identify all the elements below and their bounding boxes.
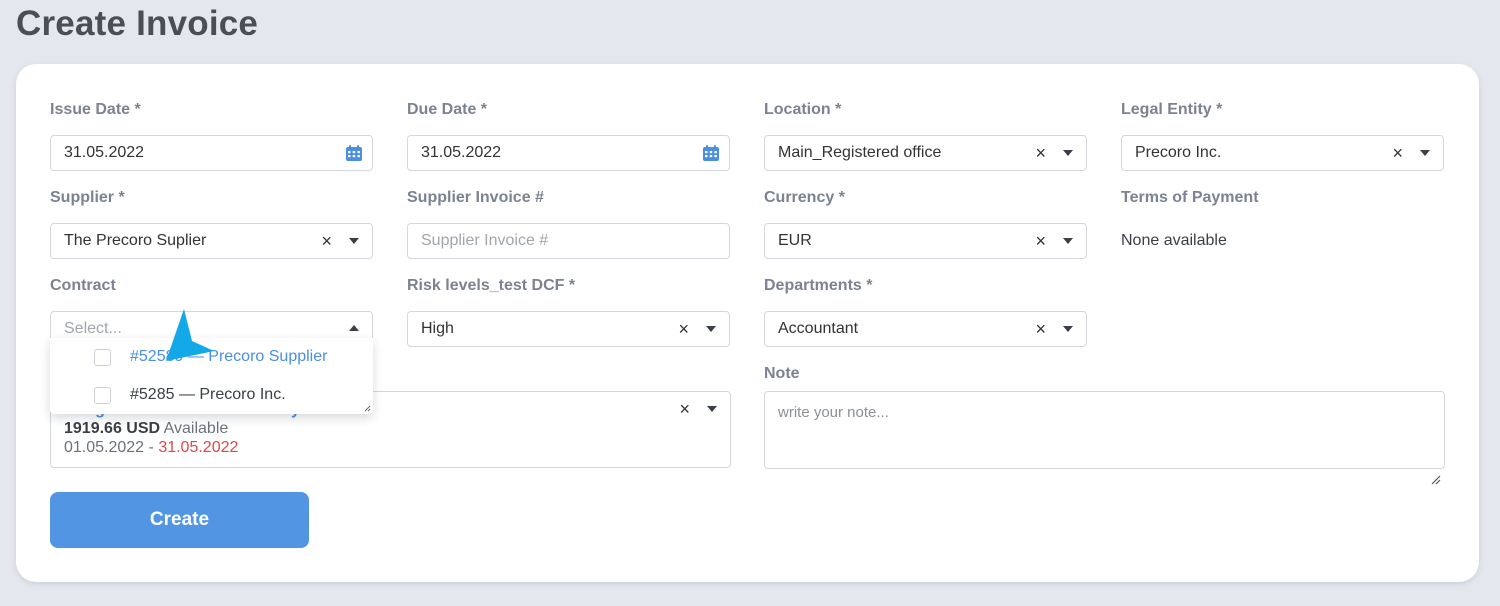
- departments-value: Accountant: [778, 320, 859, 337]
- issue-date-input[interactable]: 31.05.2022: [50, 135, 373, 171]
- supplier-label: Supplier *: [50, 189, 125, 206]
- issue-date-label: Issue Date *: [50, 101, 141, 118]
- calendar-icon[interactable]: [345, 144, 363, 162]
- currency-field: Currency * EUR ×: [764, 188, 1087, 259]
- location-field: Location * Main_Registered office ×: [764, 100, 1087, 171]
- issue-date-field: Issue Date * 31.05.2022: [50, 100, 373, 171]
- checkbox[interactable]: [94, 387, 111, 404]
- contract-placeholder: Select...: [64, 320, 122, 337]
- clear-icon[interactable]: ×: [1392, 136, 1403, 170]
- contract-field: Contract Select...: [50, 276, 373, 347]
- budget-amount: 1919.66 USD: [64, 420, 161, 437]
- budget-amount-line: 1919.66 USD Available: [64, 419, 717, 438]
- calendar-icon[interactable]: [702, 144, 720, 162]
- contract-option-label: #5285 — Precoro Inc.: [130, 386, 286, 403]
- budget-start-date: 01.05.2022: [64, 439, 145, 456]
- terms-of-payment-value: None available: [1121, 232, 1227, 249]
- budget-end-date: 31.05.2022: [158, 439, 239, 456]
- chevron-up-icon[interactable]: [349, 325, 359, 331]
- due-date-field: Due Date * 31.05.2022: [407, 100, 730, 171]
- invoice-form-card: Issue Date * 31.05.2022 Due Date * 31.05…: [16, 64, 1479, 582]
- supplier-field: Supplier * The Precoro Suplier ×: [50, 188, 373, 259]
- supplier-value: The Precoro Suplier: [64, 232, 207, 249]
- supplier-select[interactable]: The Precoro Suplier ×: [50, 223, 373, 259]
- budget-available-label: Available: [163, 420, 229, 437]
- supplier-invoice-field: Supplier Invoice #: [407, 188, 730, 259]
- risk-levels-select[interactable]: High ×: [407, 311, 730, 347]
- terms-of-payment-field: Terms of Payment None available: [1121, 188, 1444, 249]
- departments-select[interactable]: Accountant ×: [764, 311, 1087, 347]
- chevron-down-icon[interactable]: [1063, 150, 1073, 156]
- due-date-value: 31.05.2022: [421, 144, 502, 161]
- legal-entity-select[interactable]: Precoro Inc. ×: [1121, 135, 1444, 171]
- budget-date-separator: -: [148, 439, 154, 456]
- clear-icon[interactable]: ×: [1035, 312, 1046, 346]
- chevron-down-icon[interactable]: [706, 326, 716, 332]
- location-select[interactable]: Main_Registered office ×: [764, 135, 1087, 171]
- note-label: Note: [764, 365, 800, 382]
- terms-of-payment-label: Terms of Payment: [1121, 189, 1259, 206]
- chevron-down-icon[interactable]: [1063, 326, 1073, 332]
- clear-icon[interactable]: ×: [678, 312, 689, 346]
- clear-icon[interactable]: ×: [1035, 136, 1046, 170]
- legal-entity-field: Legal Entity * Precoro Inc. ×: [1121, 100, 1444, 171]
- resize-handle-icon: [364, 405, 371, 412]
- clear-icon[interactable]: ×: [679, 392, 690, 426]
- pointer-arrow-icon: [166, 309, 214, 361]
- budget-dates: 01.05.2022 - 31.05.2022: [64, 438, 717, 457]
- chevron-down-icon[interactable]: [349, 238, 359, 244]
- location-label: Location *: [764, 101, 842, 118]
- issue-date-value: 31.05.2022: [64, 144, 145, 161]
- departments-field: Departments * Accountant ×: [764, 276, 1087, 347]
- checkbox[interactable]: [94, 349, 111, 366]
- supplier-invoice-label: Supplier Invoice #: [407, 189, 544, 206]
- chevron-down-icon[interactable]: [1420, 150, 1430, 156]
- contract-label: Contract: [50, 277, 116, 294]
- legal-entity-value: Precoro Inc.: [1135, 144, 1222, 161]
- currency-value: EUR: [778, 232, 812, 249]
- risk-levels-field: Risk levels_test DCF * High ×: [407, 276, 730, 347]
- currency-label: Currency *: [764, 189, 845, 206]
- location-value: Main_Registered office: [778, 144, 942, 161]
- supplier-invoice-input[interactable]: [407, 223, 730, 259]
- page-title: Create Invoice: [16, 4, 259, 43]
- due-date-label: Due Date *: [407, 101, 488, 118]
- note-field: Note: [764, 364, 1445, 485]
- chevron-down-icon[interactable]: [1063, 238, 1073, 244]
- risk-levels-value: High: [421, 320, 454, 337]
- create-button[interactable]: Create: [50, 492, 309, 548]
- chevron-down-icon[interactable]: [707, 406, 717, 412]
- departments-label: Departments *: [764, 277, 873, 294]
- clear-icon[interactable]: ×: [321, 224, 332, 258]
- note-textarea[interactable]: [764, 391, 1445, 469]
- clear-icon[interactable]: ×: [1035, 224, 1046, 258]
- resize-handle-icon[interactable]: [1431, 475, 1441, 485]
- contract-option[interactable]: #5285 — Precoro Inc.: [50, 376, 373, 414]
- risk-levels-label: Risk levels_test DCF *: [407, 277, 576, 294]
- currency-select[interactable]: EUR ×: [764, 223, 1087, 259]
- due-date-input[interactable]: 31.05.2022: [407, 135, 730, 171]
- legal-entity-label: Legal Entity *: [1121, 101, 1223, 118]
